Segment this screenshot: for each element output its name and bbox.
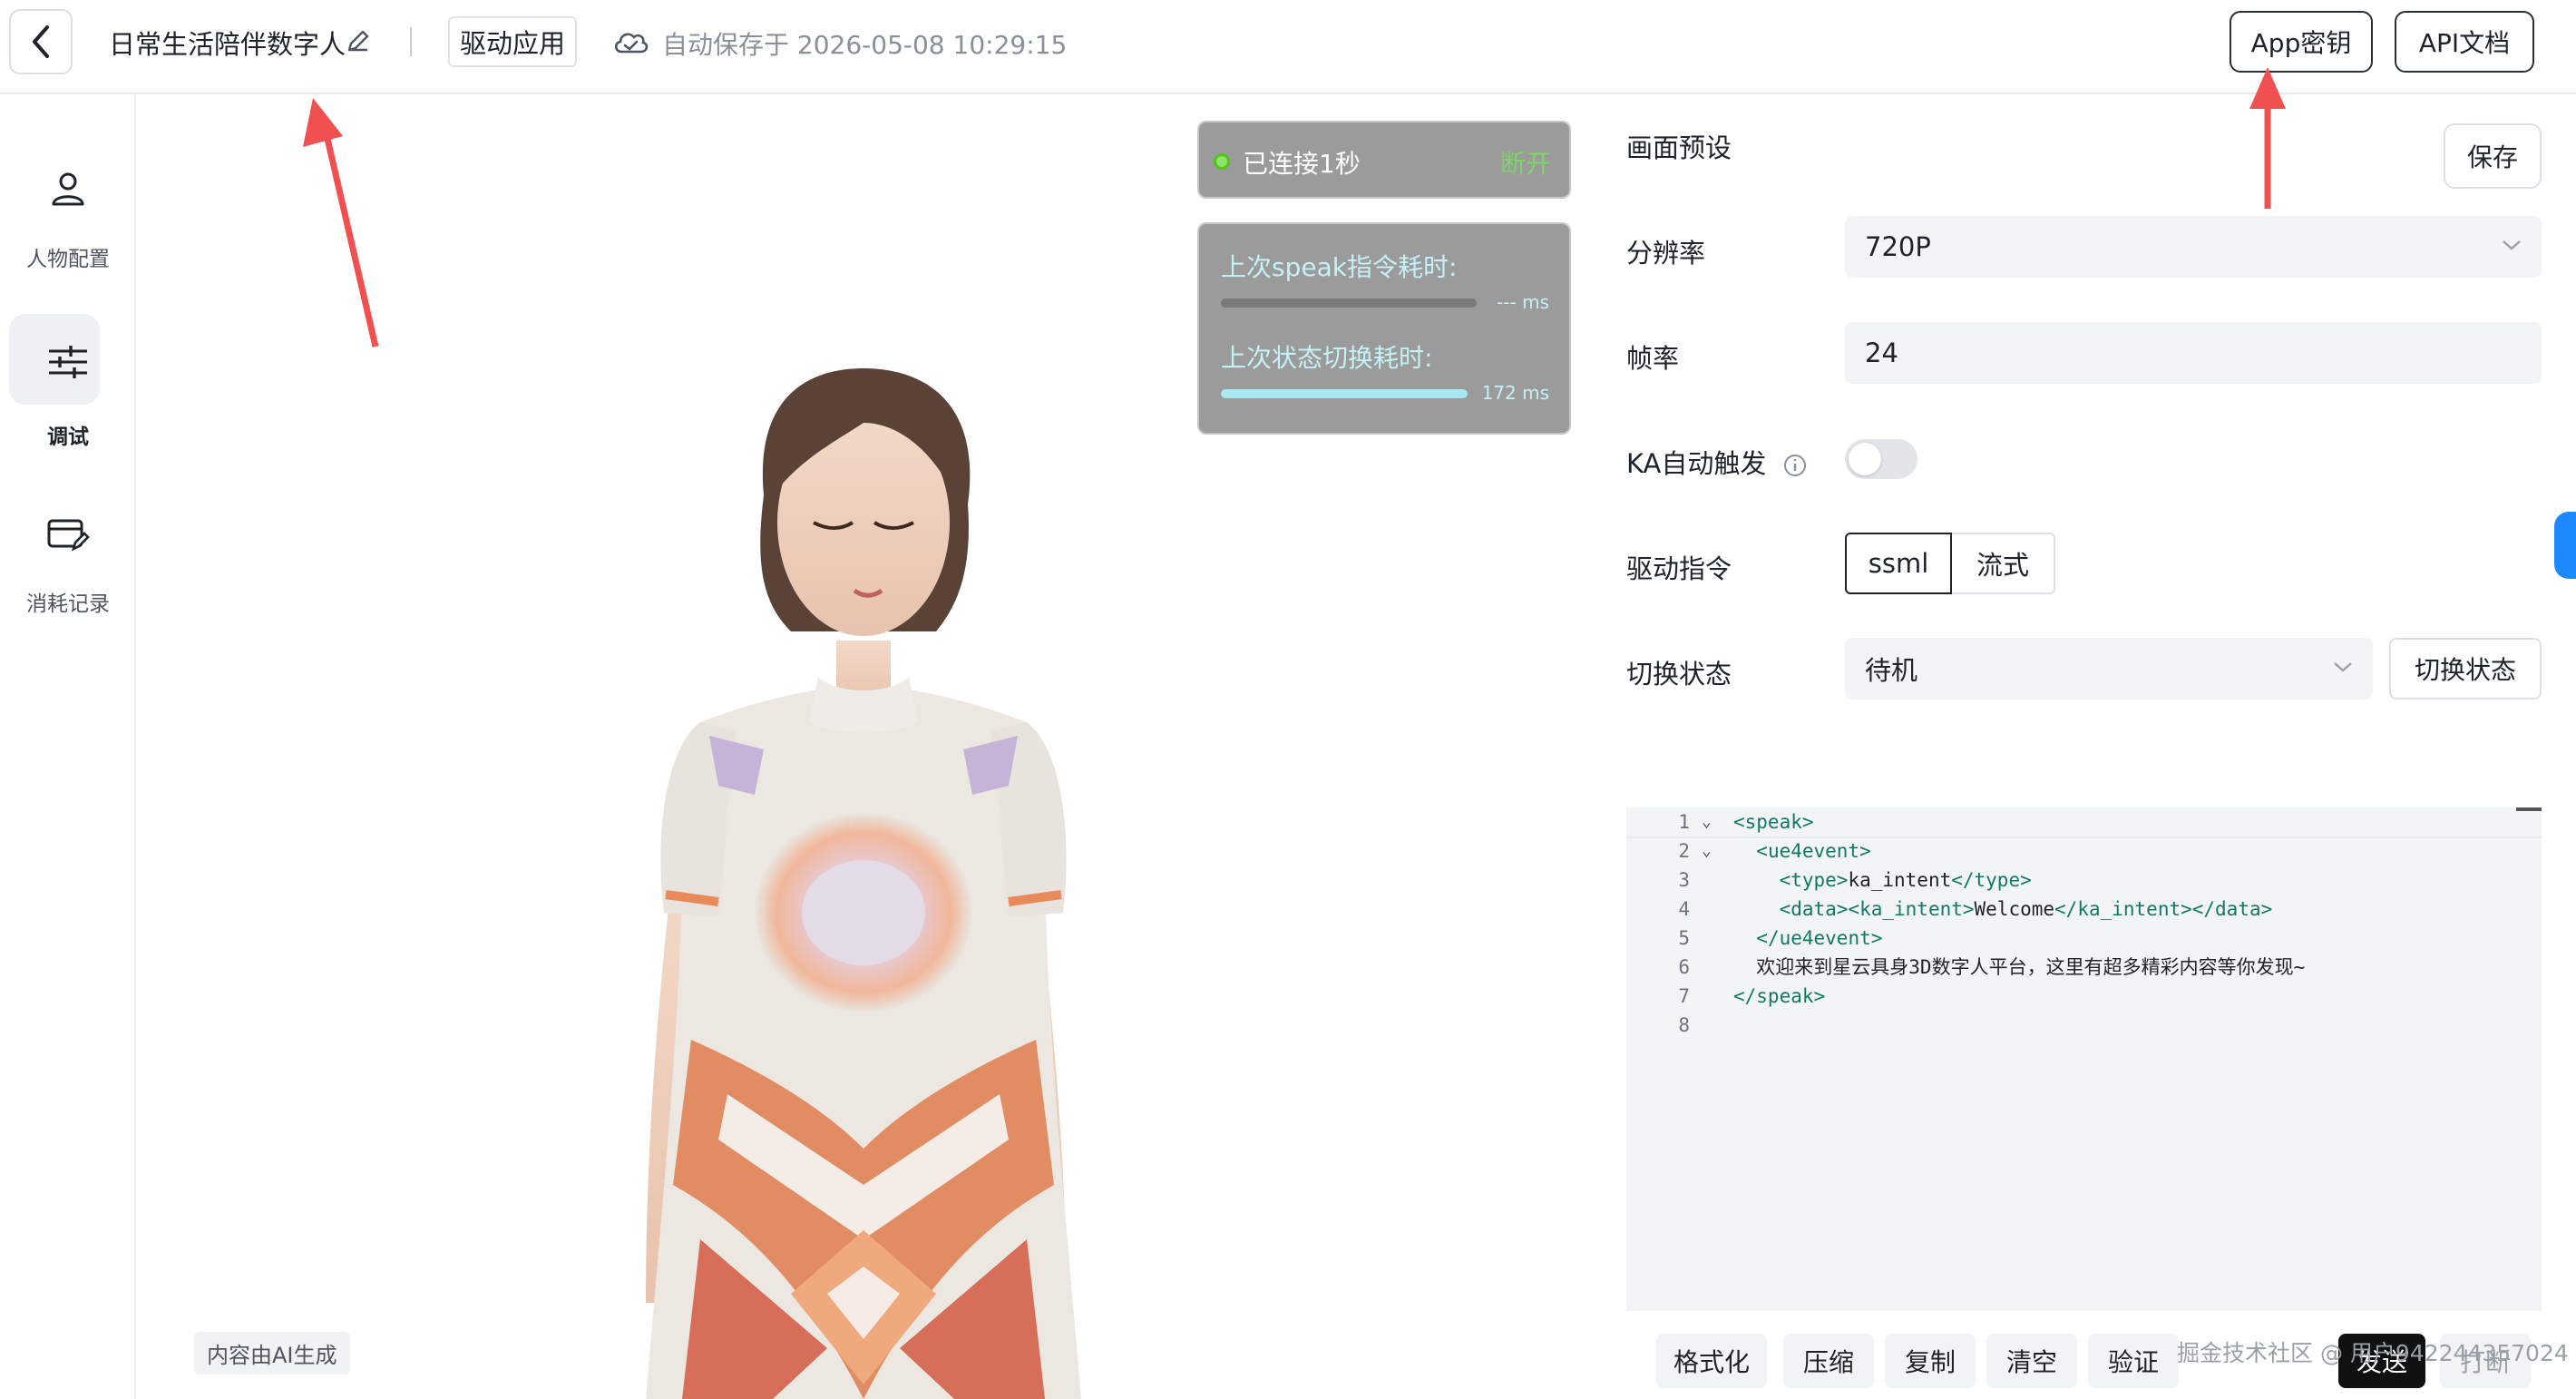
ssml-code-editor[interactable]: 1 ⌄ <speak> 2 ⌄ <ue4event> 3 <type>ka_intent<… bbox=[1626, 807, 2542, 1311]
drive-cmd-option-ssml[interactable]: ssml bbox=[1845, 533, 1952, 594]
disconnect-button[interactable]: 断开 bbox=[1500, 144, 1551, 181]
code-line: 5 </ue4event> bbox=[1626, 924, 2542, 953]
header-divider bbox=[410, 27, 412, 56]
side-expand-tab[interactable] bbox=[2554, 512, 2576, 579]
back-button[interactable] bbox=[9, 9, 73, 74]
card-edit-icon bbox=[36, 503, 100, 566]
sidebar-item-label: 消耗记录 bbox=[26, 592, 110, 616]
speak-latency-bar bbox=[1221, 298, 1477, 308]
code-line: 2 ⌄ <ue4event> bbox=[1626, 836, 2542, 866]
sidebar-item-usage-records[interactable]: 消耗记录 bbox=[0, 503, 136, 621]
sidebar-item-label: 人物配置 bbox=[26, 248, 110, 271]
resolution-value: 720P bbox=[1865, 231, 1931, 262]
line-number: 8 bbox=[1678, 1014, 1690, 1036]
line-number: 7 bbox=[1678, 985, 1690, 1007]
state-switch-latency-bar bbox=[1221, 389, 1468, 398]
page-title: 日常生活陪伴数字人 bbox=[109, 29, 346, 60]
preset-label: 画面预设 bbox=[1626, 132, 1732, 163]
connection-status-card: 已连接1秒 断开 bbox=[1197, 121, 1571, 199]
switch-state-select[interactable]: 待机 bbox=[1845, 638, 2373, 700]
code-line: 6 欢迎来到星云具身3D数字人平台，这里有超多精彩内容等你发现~ bbox=[1626, 953, 2542, 982]
line-number: 6 bbox=[1678, 956, 1690, 978]
drive-command-label: 驱动指令 bbox=[1626, 553, 1732, 584]
ai-generated-tag: 内容由AI生成 bbox=[194, 1332, 350, 1375]
code-text: 欢迎来到星云具身3D数字人平台，这里有超多精彩内容等你发现~ bbox=[1733, 956, 2306, 978]
state-switch-latency-fill bbox=[1221, 389, 1468, 398]
code-text: <type>ka_intent</type> bbox=[1779, 869, 2032, 891]
sidebar: 人物配置 调试 消耗记录 bbox=[0, 94, 136, 1399]
framerate-input[interactable]: 24 bbox=[1845, 322, 2542, 384]
autosave-status: 自动保存于 2026-05-08 10:29:15 bbox=[662, 30, 1068, 60]
code-text: <data><ka_intent>Welcome</ka_intent></da… bbox=[1779, 898, 2273, 920]
switch-state-value: 待机 bbox=[1865, 655, 1918, 686]
chevron-left-icon bbox=[33, 25, 49, 58]
code-line: 4 <data><ka_intent>Welcome</ka_intent></… bbox=[1626, 895, 2542, 924]
format-button[interactable]: 格式化 bbox=[1656, 1334, 1767, 1388]
latency-metrics-card: 上次speak指令耗时: --- ms 上次状态切换耗时: 172 ms bbox=[1197, 222, 1571, 435]
line-number: 4 bbox=[1678, 898, 1690, 920]
switch-state-label: 切换状态 bbox=[1626, 659, 1732, 690]
drive-app-button[interactable]: 驱动应用 bbox=[448, 16, 577, 67]
info-icon[interactable] bbox=[1782, 453, 1808, 478]
save-button[interactable]: 保存 bbox=[2444, 123, 2542, 189]
ka-label-text: KA自动触发 bbox=[1626, 448, 1767, 479]
sidebar-item-label: 调试 bbox=[47, 426, 89, 449]
api-docs-button[interactable]: API文档 bbox=[2395, 11, 2534, 73]
app-key-button[interactable]: App密钥 bbox=[2230, 11, 2373, 73]
line-number: 1 bbox=[1678, 811, 1690, 833]
code-line: 8 bbox=[1626, 1011, 2542, 1040]
user-icon bbox=[36, 158, 100, 221]
fold-chevron-icon[interactable]: ⌄ bbox=[1702, 807, 1712, 836]
connected-dot-icon bbox=[1214, 153, 1230, 170]
resolution-label: 分辨率 bbox=[1626, 238, 1706, 269]
code-line: 7 </speak> bbox=[1626, 982, 2542, 1011]
sliders-icon bbox=[36, 330, 100, 394]
code-line: 3 <type>ka_intent</type> bbox=[1626, 866, 2542, 895]
watermark: 掘金技术社区 @ 用户942244357024 bbox=[2177, 1340, 2569, 1366]
code-text: <ue4event> bbox=[1756, 840, 1871, 862]
clear-button[interactable]: 清空 bbox=[1986, 1334, 2077, 1388]
code-text: <speak> bbox=[1733, 811, 1814, 833]
cloud-icon bbox=[614, 33, 649, 54]
validate-button[interactable]: 验证 bbox=[2088, 1334, 2179, 1388]
sidebar-item-debug[interactable]: 调试 bbox=[0, 330, 136, 449]
drive-cmd-option-stream[interactable]: 流式 bbox=[1952, 533, 2055, 594]
speak-latency-label: 上次speak指令耗时: bbox=[1221, 252, 1458, 282]
line-number: 5 bbox=[1678, 927, 1690, 949]
line-number: 2 bbox=[1678, 840, 1690, 862]
compress-button[interactable]: 压缩 bbox=[1783, 1334, 1874, 1388]
top-header: 日常生活陪伴数字人 驱动应用 自动保存于 2026-05-08 10:29:15… bbox=[0, 0, 2576, 94]
ka-auto-trigger-toggle[interactable] bbox=[1845, 439, 1917, 479]
ka-auto-trigger-label: KA自动触发 bbox=[1626, 443, 1808, 481]
chevron-down-icon bbox=[2334, 662, 2352, 672]
copy-button[interactable]: 复制 bbox=[1885, 1334, 1976, 1388]
code-text: </ue4event> bbox=[1756, 927, 1883, 949]
code-text: </speak> bbox=[1733, 985, 1826, 1007]
line-number: 3 bbox=[1678, 869, 1690, 891]
code-line: 1 ⌄ <speak> bbox=[1626, 807, 2542, 836]
fold-chevron-icon[interactable]: ⌄ bbox=[1702, 836, 1712, 866]
digital-human-preview: 已连接1秒 断开 上次speak指令耗时: --- ms 上次状态切换耗时: 1… bbox=[138, 96, 1589, 1399]
resolution-select[interactable]: 720P bbox=[1845, 216, 2542, 278]
switch-state-button[interactable]: 切换状态 bbox=[2389, 638, 2542, 700]
connection-status-text: 已连接1秒 bbox=[1243, 149, 1361, 179]
framerate-label: 帧率 bbox=[1626, 343, 1680, 374]
chevron-down-icon bbox=[2503, 240, 2521, 250]
toggle-knob bbox=[1849, 443, 1881, 475]
edit-icon[interactable] bbox=[345, 27, 372, 54]
sidebar-item-character-config[interactable]: 人物配置 bbox=[0, 158, 136, 276]
state-switch-latency-value: 172 ms bbox=[1481, 382, 1549, 404]
speak-latency-value: --- ms bbox=[1497, 291, 1549, 313]
state-switch-latency-label: 上次状态切换耗时: bbox=[1221, 343, 1433, 373]
